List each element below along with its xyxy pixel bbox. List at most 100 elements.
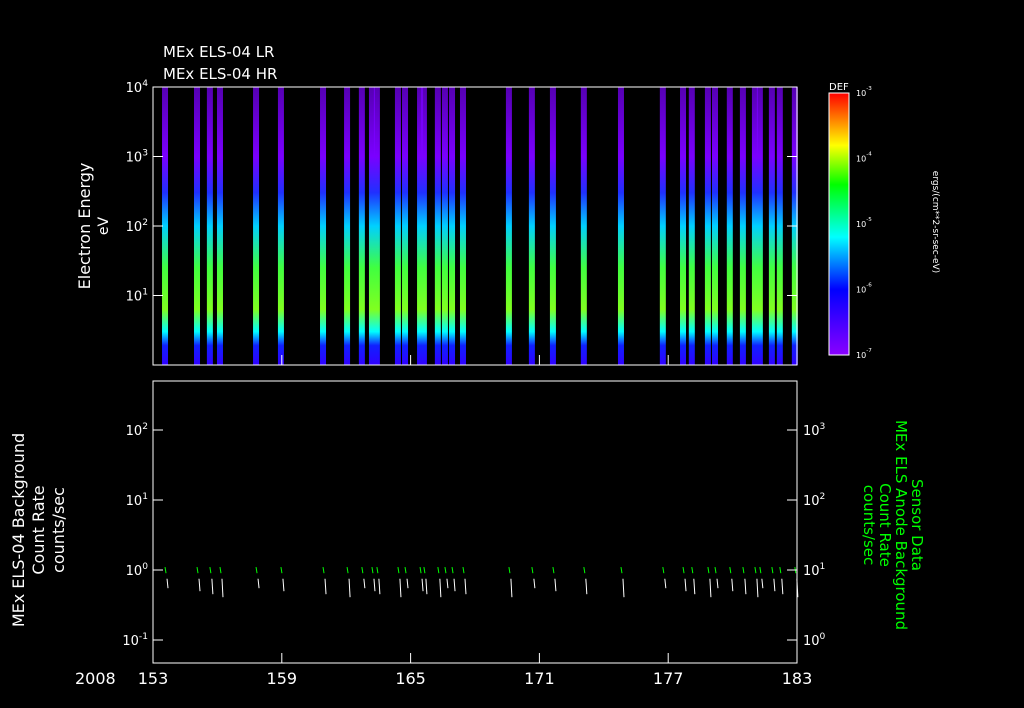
anode-rate-mark [682, 567, 685, 574]
year-label: 2008 [75, 669, 116, 688]
burst-bar [358, 87, 365, 365]
background-rate-mark [510, 578, 513, 598]
background-rate-mark [464, 578, 467, 595]
burst-bar [617, 87, 624, 365]
anode-rate-mark [361, 567, 364, 574]
anode-rate-mark [376, 567, 379, 574]
anode-rate-mark [371, 567, 374, 574]
colorbar-ticks: 10-3 10-4 10-5 10-6 10-7 [856, 86, 872, 360]
tick-label: 10-3 [856, 86, 872, 98]
anode-rate-mark [196, 567, 199, 574]
burst-bar [726, 87, 733, 365]
anode-rate-mark [742, 567, 745, 574]
burst-bar [320, 87, 327, 365]
anode-rate-mark [451, 567, 454, 574]
burst-bar [373, 87, 380, 365]
background-rate-mark [533, 578, 536, 589]
top-ylabel: Electron Energy [75, 163, 94, 290]
background-rate-mark [221, 578, 224, 598]
burst-bar [459, 87, 466, 365]
tick-label: 10-7 [856, 348, 872, 360]
background-series [164, 567, 799, 598]
background-rate-mark [373, 578, 376, 592]
burst-bar [659, 87, 666, 365]
background-rate-mark [324, 578, 327, 595]
background-rate-mark [781, 578, 784, 595]
bottom-right-ylabel-line: counts/sec [860, 485, 878, 565]
tick-label: 103 [803, 422, 826, 439]
burst-bar [441, 87, 448, 365]
burst-bar [549, 87, 556, 365]
burst-bar [505, 87, 512, 365]
background-rate-mark [166, 578, 169, 589]
anode-rate-mark [729, 567, 732, 574]
burst-bar [253, 87, 260, 365]
tick-label: 101 [803, 562, 825, 579]
title-line-2: MEx ELS-04 HR [163, 65, 277, 83]
anode-rate-mark [754, 567, 757, 574]
background-rate-mark [378, 578, 381, 595]
burst-bar [680, 87, 687, 365]
anode-rate-mark [322, 567, 325, 574]
background-rate-mark [684, 578, 687, 592]
anode-rate-mark [691, 567, 694, 574]
background-rate-mark [744, 578, 747, 595]
tick-label: 100 [803, 632, 826, 649]
burst-bar [768, 87, 775, 365]
background-rate-mark [585, 578, 588, 595]
tick-label: 100 [126, 562, 149, 579]
tick-label: 10-1 [122, 632, 148, 649]
anode-rate-mark [397, 567, 400, 574]
top-panel-frame [152, 86, 798, 366]
burst-bar [344, 87, 351, 365]
background-rate-mark [425, 578, 428, 595]
background-rate-mark [406, 578, 409, 589]
background-rate-mark [664, 578, 667, 589]
background-rate-mark [756, 578, 759, 598]
bottom-ylabel-line: counts/sec [49, 487, 68, 573]
anode-rate-mark [423, 567, 426, 574]
top-yunit: eV [96, 216, 112, 235]
burst-bar [394, 87, 401, 365]
anode-rate-mark [620, 567, 623, 574]
x-tick-label: 159 [267, 669, 298, 688]
tick-label: 102 [126, 422, 148, 439]
chart: MEx ELS-04 LR MEx ELS-04 HR 104 103 102 101… [9, 43, 940, 688]
anode-rate-mark [419, 567, 422, 574]
background-rate-mark [773, 578, 776, 592]
background-rate-mark [761, 578, 764, 589]
x-tick-label: 165 [395, 669, 426, 688]
anode-rate-mark [209, 567, 212, 574]
background-rate-mark [363, 578, 366, 589]
anode-rate-mark [552, 567, 555, 574]
anode-rate-mark [759, 567, 762, 574]
bottom-right-y-ticks: 103 102 101 100 [787, 422, 826, 649]
anode-rate-mark [707, 567, 710, 574]
bottom-y-ticks: 102 101 100 10-1 [122, 422, 163, 649]
anode-rate-mark [771, 567, 774, 574]
background-rate-mark [709, 578, 712, 598]
burst-bar [216, 87, 223, 365]
burst-bar [449, 87, 456, 365]
bottom-left-ylabel: MEx ELS-04 Background Count Rate counts/se… [9, 433, 68, 627]
anode-rate-mark [662, 567, 665, 574]
anode-rate-mark [779, 567, 782, 574]
background-rate-mark [348, 578, 351, 598]
background-rate-mark [399, 578, 402, 598]
anode-rate-mark [462, 567, 465, 574]
burst-bar [580, 87, 587, 365]
background-rate-mark [693, 578, 696, 595]
anode-rate-mark [280, 567, 283, 574]
x-tick-label: 171 [524, 669, 555, 688]
x-tick-label: 183 [782, 669, 813, 688]
anode-rate-mark [583, 567, 586, 574]
x-tick-label: 153 [138, 669, 169, 688]
tick-label: 10-6 [856, 283, 872, 295]
burst-bar [420, 87, 427, 365]
burst-bar [434, 87, 441, 365]
spectrogram-bursts [162, 87, 798, 365]
tick-label: 101 [126, 288, 148, 305]
background-rate-mark [446, 578, 449, 589]
bottom-right-ylabel: Sensor DataMEx ELS Anode BackgroundCount… [860, 420, 926, 630]
tick-label: 102 [803, 492, 825, 509]
